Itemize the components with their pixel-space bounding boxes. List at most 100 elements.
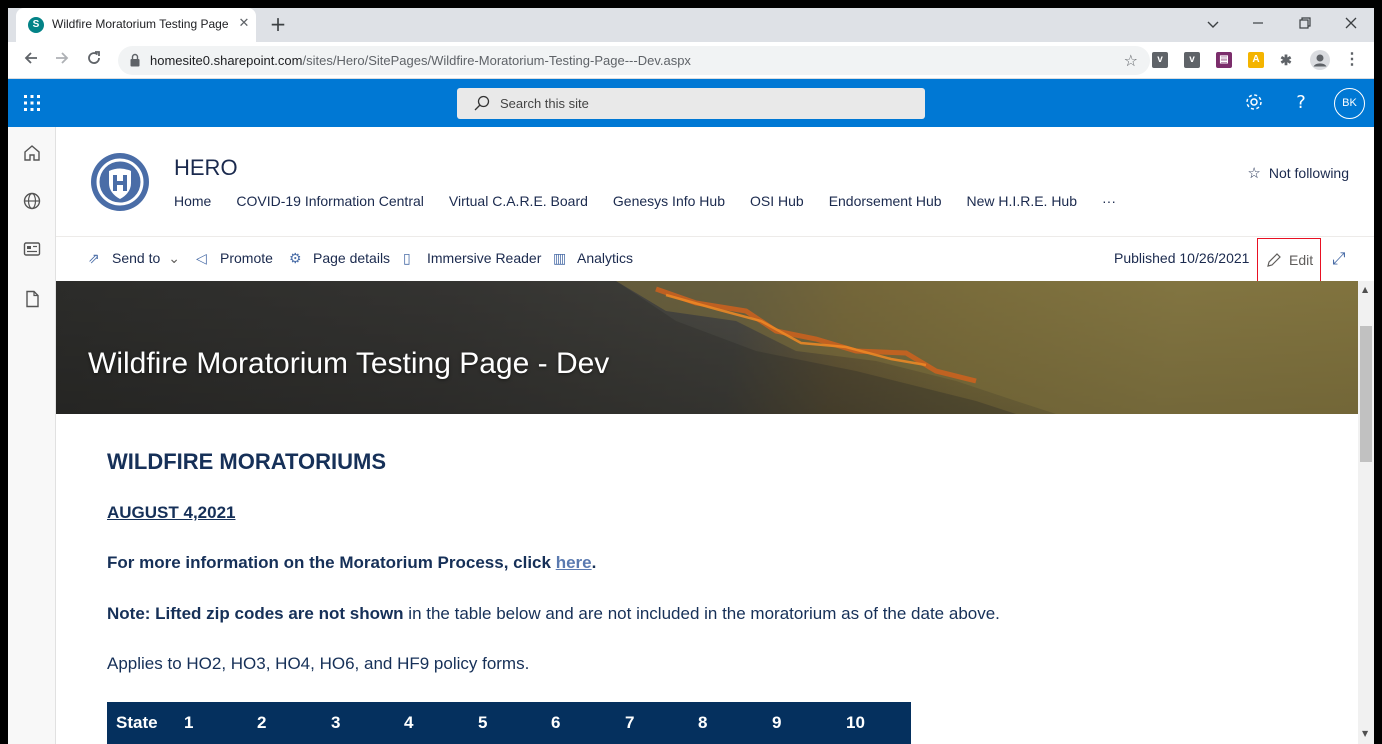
page-hero-title: Wildfire Moratorium Testing Page - Dev [88, 347, 610, 380]
extension-icon[interactable]: v [1152, 52, 1168, 68]
settings-gear-icon[interactable] [1243, 92, 1265, 114]
table-header-column: 2 [257, 713, 267, 732]
megaphone-icon: ◁ [196, 250, 207, 266]
follow-label: Not following [1268, 165, 1349, 181]
reader-icon: ▯ [403, 250, 411, 266]
app-bar [8, 127, 56, 744]
send-to-label: Send to [112, 250, 161, 266]
tab-close-icon[interactable]: ✕ [235, 15, 253, 33]
page-scrollbar[interactable]: ▲ ▼ [1358, 281, 1374, 744]
reload-icon[interactable] [81, 48, 107, 74]
browser-tab[interactable]: S Wildfire Moratorium Testing Page - Dev… [16, 8, 256, 42]
nav-item[interactable]: New H.I.R.E. Hub [967, 193, 1077, 209]
star-icon: ☆ [1247, 165, 1261, 182]
follow-button[interactable]: ☆ Not following [1247, 164, 1349, 182]
page-details-label: Page details [313, 250, 391, 266]
back-arrow-icon[interactable] [18, 48, 44, 74]
share-icon: ⇗ [88, 250, 100, 266]
table-header-column: 4 [404, 713, 414, 732]
table-header-column: 3 [331, 713, 341, 732]
app-launcher-waffle-icon[interactable] [22, 93, 42, 113]
immersive-reader-label: Immersive Reader [427, 250, 542, 266]
browser-menu-icon[interactable]: ⋮ [1344, 52, 1360, 68]
globe-icon[interactable] [22, 191, 42, 211]
home-icon[interactable] [22, 143, 42, 163]
site-navigation: Home COVID-19 Information Central Virtual … [174, 191, 1141, 210]
table-header-column: 8 [698, 713, 708, 732]
page-heading: WILDFIRE MORATORIUMS [107, 449, 387, 474]
send-to-button[interactable]: ⇗ Send to ⌄ [88, 250, 180, 267]
expand-icon[interactable]: ⤢ [1332, 249, 1346, 269]
note-rest: in the table below and are not included … [403, 604, 1000, 623]
nav-item[interactable]: OSI Hub [750, 193, 804, 209]
table-header-column: 1 [184, 713, 194, 732]
extensions-puzzle-icon[interactable]: ✱ [1278, 52, 1294, 68]
table-header-column: 5 [478, 713, 488, 732]
url-host: homesite0.sharepoint.com [150, 53, 303, 68]
immersive-reader-button[interactable]: ▯ Immersive Reader [403, 250, 541, 267]
table-header-column: 6 [551, 713, 561, 732]
document-icon[interactable] [22, 289, 42, 309]
minimize-icon[interactable] [1243, 13, 1273, 37]
note-bold: Note: Lifted zip codes are not shown [107, 604, 404, 623]
scroll-thumb[interactable] [1360, 326, 1372, 462]
extension-icon[interactable]: v [1184, 52, 1200, 68]
here-link[interactable]: here [556, 553, 592, 572]
moratorium-table-header: State 1 2 3 4 5 6 7 8 9 10 [107, 702, 911, 744]
analytics-label: Analytics [577, 250, 634, 266]
url-path: /sites/Hero/SitePages/Wildfire-Moratoriu… [302, 53, 691, 68]
promote-label: Promote [220, 250, 273, 266]
profile-icon[interactable] [1310, 50, 1330, 70]
command-bar: ⇗ Send to ⌄ ◁ Promote ⚙ Page details ▯ Immers… [56, 237, 1374, 282]
nav-item[interactable]: Endorsement Hub [829, 193, 942, 209]
bookmark-star-icon[interactable]: ☆ [1124, 51, 1138, 70]
promote-button[interactable]: ◁ Promote [196, 250, 273, 267]
address-bar[interactable]: homesite0.sharepoint.com/sites/Hero/Site… [118, 46, 1150, 75]
table-header-column: 10 [846, 713, 865, 732]
site-search-box[interactable]: Search this site [457, 88, 925, 119]
nav-item[interactable]: Home [174, 193, 211, 209]
nav-item[interactable]: Genesys Info Hub [613, 193, 725, 209]
extension-icon[interactable]: ▤ [1216, 52, 1232, 68]
analytics-chart-icon: ▥ [553, 250, 567, 266]
table-header-column: 7 [625, 713, 635, 732]
chevron-down-icon: ⌄ [168, 250, 180, 266]
user-avatar[interactable]: BK [1334, 88, 1365, 119]
table-header-state: State [116, 713, 158, 732]
scroll-down-arrow-icon[interactable]: ▼ [1362, 729, 1368, 738]
page-details-button[interactable]: ⚙ Page details [289, 250, 390, 267]
page-date: AUGUST 4,2021 [107, 503, 236, 522]
table-header-column: 9 [772, 713, 782, 732]
info-end: . [591, 553, 597, 572]
analytics-button[interactable]: ▥ Analytics [553, 250, 633, 267]
hero-banner: Wildfire Moratorium Testing Page - Dev [56, 281, 1358, 414]
nav-item[interactable]: ··· [1102, 193, 1116, 209]
site-logo[interactable] [91, 153, 149, 211]
info-text: For more information on the Moratorium P… [107, 553, 556, 572]
help-icon[interactable]: ? [1290, 92, 1312, 114]
url-text: homesite0.sharepoint.com/sites/Hero/Site… [150, 53, 691, 68]
site-title[interactable]: HERO [174, 155, 238, 181]
browser-toolbar: homesite0.sharepoint.com/sites/Hero/Site… [8, 42, 1374, 79]
restore-icon[interactable] [1290, 13, 1320, 37]
news-icon[interactable] [22, 239, 42, 259]
extension-icon[interactable]: A [1248, 52, 1264, 68]
browser-window: S Wildfire Moratorium Testing Page - Dev… [8, 8, 1374, 744]
nav-item[interactable]: COVID-19 Information Central [236, 193, 424, 209]
edit-button[interactable]: Edit [1257, 238, 1321, 282]
forward-arrow-icon[interactable] [49, 48, 75, 74]
published-status: Published 10/26/2021 [1114, 250, 1250, 266]
info-paragraph: For more information on the Moratorium P… [107, 553, 596, 573]
gear-icon: ⚙ [289, 250, 302, 266]
new-tab-button[interactable]: + [266, 13, 290, 37]
lock-icon [130, 53, 140, 67]
tab-search-chevron-icon[interactable] [1198, 13, 1228, 37]
scroll-up-arrow-icon[interactable]: ▲ [1362, 285, 1368, 294]
nav-item[interactable]: Virtual C.A.R.E. Board [449, 193, 588, 209]
search-placeholder: Search this site [500, 96, 589, 111]
edit-label: Edit [1289, 252, 1314, 268]
tab-strip: S Wildfire Moratorium Testing Page - Dev… [8, 8, 1374, 42]
close-window-icon[interactable] [1336, 13, 1366, 37]
tab-title: Wildfire Moratorium Testing Page - Dev [52, 17, 230, 31]
search-icon [474, 95, 490, 111]
